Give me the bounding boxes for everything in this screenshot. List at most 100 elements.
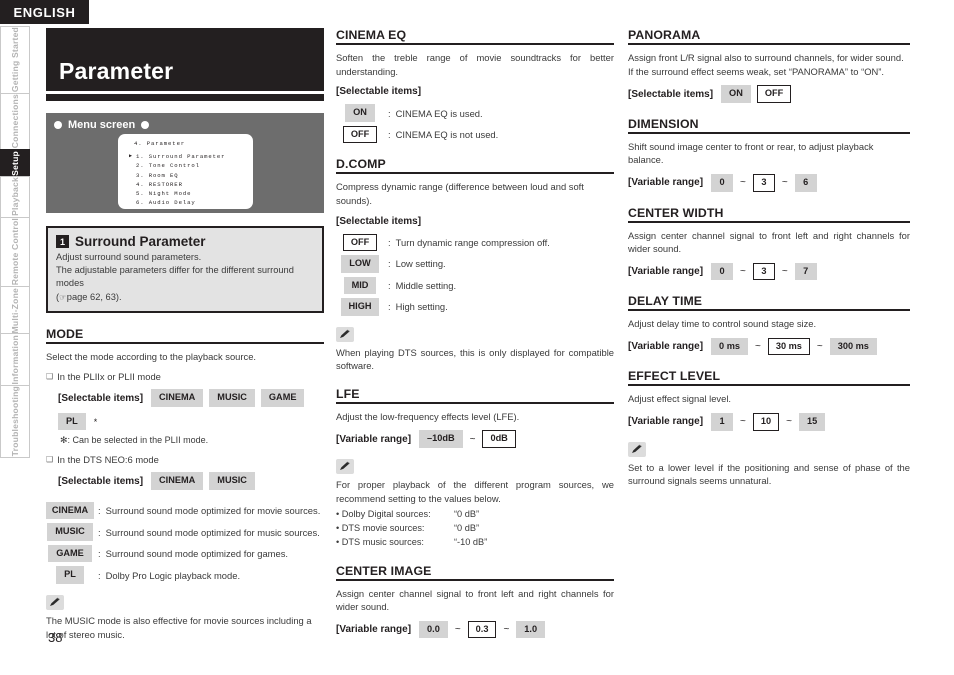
chip-range-min[interactable]: 0 bbox=[711, 174, 734, 192]
chip-cinema[interactable]: CINEMA bbox=[151, 472, 204, 490]
range-tilde: ~ bbox=[503, 624, 510, 636]
menu-screen-panel: Menu screen 4. Parameter 1. Surround Par… bbox=[46, 113, 324, 213]
osd-item-audio-delay[interactable]: 6. Audio Delay bbox=[136, 198, 247, 207]
chip-range-default[interactable]: 0.3 bbox=[467, 620, 497, 639]
chip-game[interactable]: GAME bbox=[260, 389, 305, 407]
note-pencil-icon bbox=[628, 441, 646, 457]
section-heading: DELAY TIME bbox=[628, 294, 910, 312]
osd-item-night-mode[interactable]: 5. Night Mode bbox=[136, 189, 247, 198]
definition-row: ON : CINEMA EQ is used. bbox=[336, 104, 614, 122]
range-tilde: ~ bbox=[740, 266, 746, 277]
chip-cinema[interactable]: CINEMA bbox=[151, 389, 204, 407]
section-panorama: PANORAMA Assign front L/R signal also to… bbox=[628, 28, 910, 103]
osd-item-tone-control[interactable]: 2. Tone Control bbox=[136, 161, 247, 170]
definition-text: Middle setting. bbox=[395, 279, 457, 291]
square-bullet-icon: ❑ bbox=[46, 372, 54, 382]
osd-heading: 4. Parameter bbox=[134, 140, 186, 147]
chip-range-max[interactable]: 7 bbox=[794, 262, 817, 281]
sidebar-item-playback[interactable]: Playback bbox=[0, 176, 30, 217]
sidebar-item-setup[interactable]: Setup bbox=[0, 149, 30, 177]
mode-group-1-label-row: ❑ In the PLIIx or PLII mode bbox=[46, 371, 324, 382]
chip-range-default[interactable]: 3 bbox=[752, 262, 775, 281]
chip-range-min[interactable]: 0 bbox=[711, 262, 734, 281]
sidebar-item-remote-control[interactable]: Remote Control bbox=[0, 216, 30, 287]
definition-text: Surround sound mode optimized for movie … bbox=[105, 505, 321, 517]
definition-text: High setting. bbox=[395, 301, 448, 313]
definition-text: Surround sound mode optimized for music … bbox=[105, 526, 320, 538]
dcomp-note: When playing DTS sources, this is only d… bbox=[336, 346, 614, 372]
section-center-image: CENTER IMAGE Assign center channel signa… bbox=[336, 564, 614, 639]
section-body: Assign front L/R signal also to surround… bbox=[628, 52, 904, 77]
colon: : bbox=[388, 107, 391, 119]
chip-range-max[interactable]: 1.0 bbox=[516, 620, 546, 639]
chip-music[interactable]: MUSIC bbox=[47, 523, 93, 541]
chip-pl[interactable]: PL bbox=[58, 412, 86, 431]
colon: : bbox=[388, 279, 391, 291]
column-middle: CINEMA EQ Soften the treble range of mov… bbox=[336, 28, 614, 639]
range-tilde: ~ bbox=[781, 177, 788, 189]
section-body: Adjust the low-frequency effects level (… bbox=[336, 410, 520, 422]
chip-range-max[interactable]: 0dB bbox=[482, 430, 516, 448]
chip-game[interactable]: GAME bbox=[48, 544, 92, 563]
chip-range-max[interactable]: 300 ms bbox=[829, 337, 877, 356]
chip-on[interactable]: ON bbox=[721, 85, 751, 103]
chip-low[interactable]: LOW bbox=[341, 255, 379, 273]
chip-off[interactable]: OFF bbox=[342, 125, 378, 144]
chip-range-max[interactable]: 15 bbox=[798, 413, 826, 431]
sidebar-item-troubleshooting[interactable]: Troubleshooting bbox=[0, 384, 30, 459]
chip-music[interactable]: MUSIC bbox=[209, 472, 255, 490]
sidebar-item-connections[interactable]: Connections bbox=[0, 93, 30, 150]
section-heading: CENTER WIDTH bbox=[628, 206, 910, 223]
definition-text: Low setting. bbox=[395, 258, 446, 270]
mode-group-2-chips: [Selectable items] CINEMA MUSIC bbox=[58, 472, 324, 490]
section-body: Assign center channel signal to front le… bbox=[628, 229, 910, 255]
chip-pl[interactable]: PL bbox=[56, 566, 84, 584]
language-tab: ENGLISH bbox=[0, 0, 89, 24]
colon: : bbox=[388, 129, 391, 140]
square-bullet-icon: ❑ bbox=[46, 455, 54, 465]
mode-group-1-chips: [Selectable items] CINEMA MUSIC GAME PL … bbox=[58, 389, 324, 431]
callout-line-1: Adjust surround sound parameters. bbox=[56, 252, 202, 262]
chip-cinema[interactable]: CINEMA bbox=[46, 501, 94, 520]
section-heading: CENTER IMAGE bbox=[336, 564, 614, 581]
sidebar-item-getting-started[interactable]: Getting Started bbox=[0, 26, 30, 94]
selectable-items-label: [Selectable items] bbox=[336, 215, 422, 227]
definition-row: PL : Dolby Pro Logic playback mode. bbox=[46, 566, 324, 584]
section-heading: D.COMP bbox=[336, 157, 614, 175]
chip-range-min[interactable]: –10dB bbox=[419, 430, 463, 448]
bullet-value: “-10 dB” bbox=[454, 536, 488, 547]
selectable-items-label: [Selectable items] bbox=[628, 88, 714, 100]
chip-range-default[interactable]: 3 bbox=[752, 174, 775, 192]
selectable-items-label: [Selectable items] bbox=[58, 392, 144, 404]
section-dcomp: D.COMP Compress dynamic range (differenc… bbox=[336, 157, 614, 373]
chip-off[interactable]: OFF bbox=[756, 85, 792, 103]
mode-definition-list: CINEMA : Surround sound mode optimized f… bbox=[46, 501, 324, 584]
chip-off[interactable]: OFF bbox=[342, 233, 378, 251]
definition-row: HIGH : High setting. bbox=[336, 298, 614, 316]
sidebar-item-information[interactable]: Information bbox=[0, 333, 30, 385]
chip-on[interactable]: ON bbox=[345, 104, 375, 122]
osd-item-restorer[interactable]: 4. RESTORER bbox=[136, 180, 247, 189]
mode-note: The MUSIC mode is also effective for mov… bbox=[46, 614, 312, 640]
center-width-range-row: [Variable range] 0 ~ 3 ~ 7 bbox=[628, 262, 910, 281]
chip-range-max[interactable]: 6 bbox=[794, 174, 817, 192]
chip-range-default[interactable]: 10 bbox=[752, 413, 780, 431]
definition-row: MUSIC : Surround sound mode optimized fo… bbox=[46, 523, 324, 541]
callout-number-badge: 1 bbox=[56, 235, 69, 248]
chip-range-default[interactable]: 30 ms bbox=[767, 337, 810, 356]
range-tilde: ~ bbox=[816, 341, 823, 353]
sidebar-item-multi-zone[interactable]: Multi-Zone bbox=[0, 286, 30, 334]
section-heading: DIMENSION bbox=[628, 117, 910, 134]
chip-range-min[interactable]: 1 bbox=[711, 413, 734, 431]
chip-range-min[interactable]: 0 ms bbox=[711, 337, 748, 356]
cinema-eq-definition-list: ON : CINEMA EQ is used. OFF : CINEMA EQ … bbox=[336, 104, 614, 144]
callout-page-ref: page 62, 63). bbox=[66, 291, 122, 302]
osd-item-room-eq[interactable]: 3. Room EQ bbox=[136, 171, 247, 180]
chip-high[interactable]: HIGH bbox=[340, 298, 380, 316]
osd-item-surround-parameter[interactable]: 1. Surround Parameter bbox=[129, 152, 247, 161]
section-body: Adjust effect signal level. bbox=[628, 393, 732, 405]
chip-mid[interactable]: MID bbox=[343, 276, 377, 294]
chip-music[interactable]: MUSIC bbox=[209, 389, 255, 407]
variable-range-label: [Variable range] bbox=[336, 433, 412, 445]
chip-range-min[interactable]: 0.0 bbox=[419, 620, 448, 639]
